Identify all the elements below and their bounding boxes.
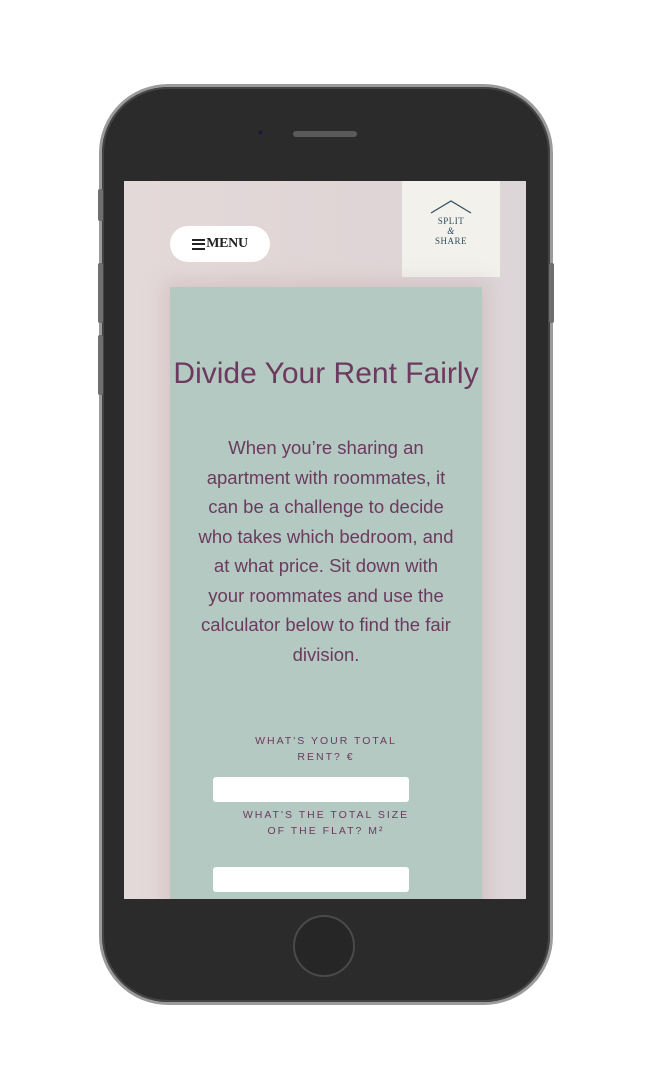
total-size-input[interactable] xyxy=(213,867,409,892)
page-title: Divide Your Rent Fairly xyxy=(173,357,479,390)
camera-icon xyxy=(257,129,264,136)
split-share-logo[interactable]: SPLIT & SHARE xyxy=(402,181,500,277)
total-rent-input[interactable] xyxy=(213,777,409,802)
menu-label: MENU xyxy=(206,236,248,251)
volume-up-button xyxy=(98,263,103,323)
hamburger-icon xyxy=(192,238,206,250)
total-rent-label: WHAT'S YOUR TOTAL RENT? € xyxy=(255,735,397,763)
logo-wordmark: SPLIT & SHARE xyxy=(402,216,500,246)
logo-ampersand: & xyxy=(447,226,455,236)
total-size-label: WHAT'S THE TOTAL SIZE OF THE FLAT? M² xyxy=(242,809,410,837)
menu-button[interactable]: MENU xyxy=(170,226,270,262)
logo-line1: SPLIT xyxy=(437,216,465,226)
volume-down-button xyxy=(98,335,103,395)
home-button-icon xyxy=(293,915,355,977)
earpiece-speaker xyxy=(293,131,357,137)
app-screen: MENU SPLIT & SHARE Divide Your Rent Fair… xyxy=(124,181,526,899)
rent-calculator-card: Divide Your Rent Fairly When you’re shar… xyxy=(170,287,482,899)
power-button xyxy=(549,263,554,323)
logo-line2: SHARE xyxy=(434,236,467,246)
intro-description: When you’re sharing an apartment with ro… xyxy=(198,437,454,665)
mute-switch xyxy=(98,189,103,221)
house-roof-icon xyxy=(430,200,472,214)
